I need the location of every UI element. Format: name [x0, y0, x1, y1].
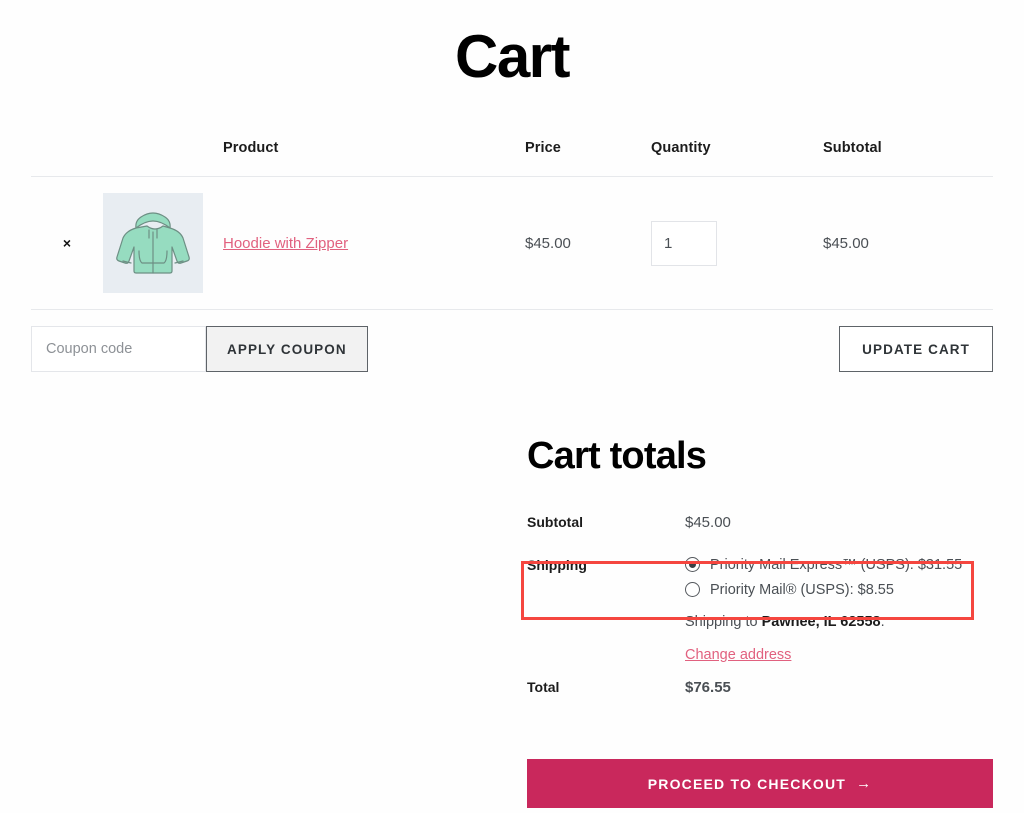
shipping-option-label[interactable]: Priority Mail® (USPS): $8.55	[710, 582, 894, 598]
header-quantity: Quantity	[651, 140, 823, 177]
page-title: Cart	[454, 23, 571, 90]
radio-priority-mail-icon[interactable]	[685, 582, 700, 598]
shipping-label: Shipping	[527, 556, 587, 573]
total-label: Total	[527, 678, 560, 695]
cart-table-body: × Hoodie with Zipper $45.00 1 $45.00 Cou…	[31, 176, 993, 372]
cart-table-header-row: Product Price Quantity Subtotal	[31, 140, 993, 177]
totals-row-shipping: Shipping Priority Mail Express™ (USPS): …	[527, 557, 993, 679]
quantity-input[interactable]	[651, 220, 717, 266]
arrow-right-icon: →	[856, 775, 873, 792]
checkout-button-label: PROCEED TO CHECKOUT	[647, 775, 847, 792]
shipping-destination: Shipping to Pawnee, IL 62558.	[685, 614, 993, 630]
cell-quantity	[651, 176, 823, 310]
cell-subtotal: $45.00	[823, 176, 993, 310]
header-thumbnail	[103, 140, 223, 177]
header-subtotal: Subtotal	[823, 140, 993, 177]
cart-actions: APPLY COUPON UPDATE CART	[31, 326, 993, 372]
cell-price: $45.00	[525, 176, 651, 310]
hoodie-icon	[103, 193, 203, 293]
list-item[interactable]: Priority Mail® (USPS): $8.55	[685, 582, 993, 598]
shipping-options-list: Priority Mail Express™ (USPS): $31.55 Pr…	[685, 557, 993, 598]
shipping-options-cell: Priority Mail Express™ (USPS): $31.55 Pr…	[685, 557, 993, 679]
apply-coupon-button[interactable]: APPLY COUPON	[206, 326, 368, 372]
cart-totals-table: Subtotal $45.00 Shipping Priority Mail E…	[527, 514, 993, 696]
cell-remove: ×	[31, 176, 103, 310]
cell-thumbnail	[103, 176, 223, 310]
change-address-link[interactable]: Change address	[685, 647, 791, 663]
subtotal-label: Subtotal	[527, 513, 583, 530]
radio-priority-mail-express-icon[interactable]	[685, 557, 700, 573]
proceed-to-checkout-button[interactable]: PROCEED TO CHECKOUT →	[527, 759, 993, 808]
update-cart-button[interactable]: UPDATE CART	[839, 326, 993, 372]
cart-actions-row: APPLY COUPON UPDATE CART	[31, 310, 993, 372]
header-remove	[31, 140, 103, 177]
shipping-to-address: Pawnee, IL 62558	[761, 613, 881, 630]
totals-row-total: Total $76.55	[527, 679, 993, 696]
coupon-group: APPLY COUPON	[31, 326, 368, 372]
header-product: Product	[223, 140, 525, 177]
totals-row-subtotal: Subtotal $45.00	[527, 514, 993, 557]
cart-totals-title: Cart totals	[527, 435, 707, 477]
shipping-to-prefix: Shipping to	[685, 613, 762, 630]
shipping-option-label[interactable]: Priority Mail Express™ (USPS): $31.55	[710, 557, 962, 573]
cart-table-container: Product Price Quantity Subtotal × Hoodie…	[31, 140, 993, 372]
cart-table-head: Product Price Quantity Subtotal	[31, 140, 993, 177]
product-thumbnail-link[interactable]	[103, 193, 203, 293]
cart-totals-section: Cart totals Subtotal $45.00 Shipping Pri…	[527, 435, 993, 696]
product-name-link[interactable]: Hoodie with Zipper	[223, 235, 348, 252]
header-price: Price	[525, 140, 651, 177]
cart-actions-cell: APPLY COUPON UPDATE CART	[31, 310, 993, 372]
cell-product-name: Hoodie with Zipper	[223, 176, 525, 310]
cart-table: Product Price Quantity Subtotal × Hoodie…	[31, 140, 993, 372]
total-value: $76.55	[685, 678, 731, 696]
subtotal-value: $45.00	[685, 513, 731, 531]
shipping-to-suffix: .	[880, 613, 885, 630]
remove-item-button[interactable]: ×	[63, 236, 71, 250]
cart-page: Cart Product Price Quantity Subtotal × H…	[0, 0, 1024, 813]
list-item[interactable]: Priority Mail Express™ (USPS): $31.55	[685, 557, 993, 573]
table-row: × Hoodie with Zipper $45.00 1 $45.00	[31, 176, 993, 310]
coupon-input[interactable]	[31, 326, 206, 372]
